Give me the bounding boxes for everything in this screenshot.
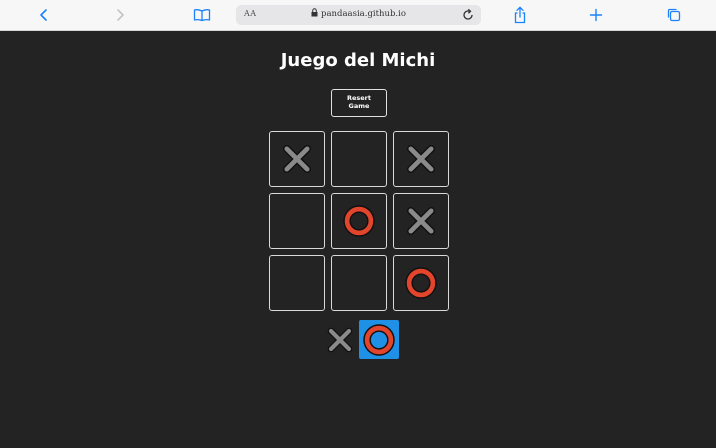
x-mark-icon bbox=[406, 206, 436, 236]
board-cell-7[interactable] bbox=[269, 255, 325, 311]
o-mark-icon bbox=[363, 323, 395, 356]
x-mark-icon bbox=[406, 144, 436, 174]
x-mark-icon bbox=[327, 327, 353, 352]
share-icon[interactable] bbox=[508, 4, 532, 26]
forward-icon[interactable] bbox=[108, 4, 132, 26]
turn-indicator-o bbox=[359, 320, 399, 359]
reload-icon[interactable] bbox=[461, 8, 475, 22]
bookmarks-icon[interactable] bbox=[190, 4, 214, 26]
reset-game-button[interactable]: Resert Game bbox=[331, 89, 387, 117]
board-cell-4[interactable] bbox=[269, 193, 325, 249]
tabs-icon[interactable] bbox=[662, 4, 686, 26]
board-cell-6[interactable] bbox=[393, 193, 449, 249]
o-mark-icon bbox=[343, 205, 375, 237]
x-mark-icon bbox=[282, 144, 312, 174]
game-title: Juego del Michi bbox=[280, 50, 436, 71]
board-cell-5[interactable] bbox=[331, 193, 387, 249]
new-tab-icon[interactable] bbox=[584, 4, 608, 26]
board-cell-8[interactable] bbox=[331, 255, 387, 311]
url-display: pandaasia.github.io bbox=[236, 8, 481, 20]
board-cell-9[interactable] bbox=[393, 255, 449, 311]
lock-icon bbox=[311, 8, 318, 20]
board-cell-1[interactable] bbox=[269, 131, 325, 187]
address-bar[interactable]: AA pandaasia.github.io bbox=[236, 5, 481, 25]
o-mark-icon bbox=[405, 267, 437, 299]
reset-button-line2: Game bbox=[348, 101, 370, 110]
url-text: pandaasia.github.io bbox=[321, 9, 406, 19]
game-board bbox=[269, 131, 449, 311]
turn-indicator-x bbox=[322, 320, 358, 359]
browser-toolbar: AA pandaasia.github.io bbox=[0, 0, 716, 31]
board-cell-3[interactable] bbox=[393, 131, 449, 187]
board-cell-2[interactable] bbox=[331, 131, 387, 187]
back-icon[interactable] bbox=[32, 4, 56, 26]
